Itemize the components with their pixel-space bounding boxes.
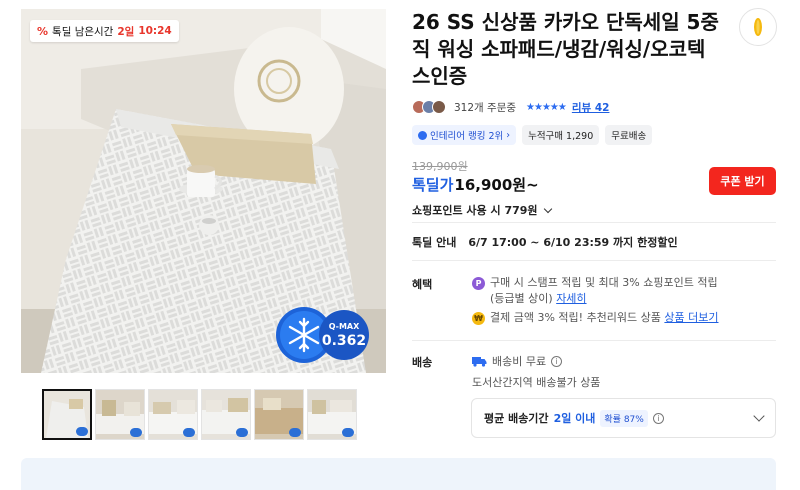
- bottom-panel: [21, 458, 776, 490]
- qmax-mini-icon: [236, 428, 248, 437]
- rating-stars: ★★★★★: [526, 101, 567, 113]
- ranking-icon: [418, 130, 427, 140]
- sale-label: 톡딜가: [412, 176, 454, 194]
- deal-info: 톡딜 안내 6/7 17:00 ~ 6/10 23:59 까지 한정할인: [412, 234, 678, 250]
- thumbnail-6[interactable]: [307, 389, 357, 440]
- qmax-mini-icon: [76, 427, 88, 436]
- thumbnail-strip: [42, 389, 357, 440]
- share-button[interactable]: [739, 8, 777, 46]
- timer-days: 2일: [117, 25, 135, 38]
- info-icon[interactable]: i: [551, 355, 563, 367]
- info-icon[interactable]: i: [652, 412, 664, 424]
- divider: [412, 260, 776, 261]
- benefit-line1: 구매 시 스탬프 적립 및 최대 3% 쇼핑포인트 적립: [490, 276, 718, 289]
- shipping-fee-row: 배송비 무료 i: [472, 353, 563, 369]
- chevron-down-icon: [753, 410, 765, 422]
- shipping-label: 배송: [412, 356, 433, 369]
- benefit-points: P 구매 시 스탬프 적립 및 최대 3% 쇼핑포인트 적립 (등급별 상이) …: [472, 275, 718, 307]
- avatar: [432, 100, 446, 114]
- free-shipping-chip: 무료배송: [605, 125, 653, 145]
- shipping-restriction: 도서산간지역 배송불가 상품: [472, 376, 601, 389]
- shipping-fee: 배송비 무료: [492, 355, 547, 368]
- thumbnail-3[interactable]: [148, 389, 198, 440]
- original-price: 139,900원: [412, 160, 468, 173]
- avg-delivery-value: 2일 이내: [553, 412, 596, 425]
- divider: [412, 340, 776, 341]
- benefit-line2: 결제 금액 3% 적립! 추천리워드 상품: [490, 311, 661, 324]
- share-icon: [754, 18, 762, 36]
- free-shipping-label: 무료배송: [611, 131, 647, 142]
- product-chips: 인테리어 랭킹 2위 › 누적구매 1,290 무료배송: [412, 125, 653, 145]
- points-label: 쇼핑포인트 사용 시 779원: [412, 204, 538, 217]
- points-dropdown[interactable]: 쇼핑포인트 사용 시 779원: [412, 202, 552, 218]
- qmax-mini-icon: [342, 428, 354, 437]
- delivery-probability: 확률 87%: [600, 409, 648, 427]
- truck-icon: [472, 356, 487, 367]
- purchase-count-label: 누적구매 1,290: [528, 131, 594, 142]
- qmax-mini-icon: [183, 428, 195, 437]
- thumbnail-5[interactable]: [254, 389, 304, 440]
- main-product-image[interactable]: % 톡딜 남은시간 2일 10:24 Q-MAX 0.362: [21, 9, 386, 373]
- timer-prefix: 톡딜 남은시간: [52, 25, 114, 38]
- sale-price: 16,900원~: [454, 176, 539, 194]
- details-link[interactable]: 자세히: [556, 292, 586, 305]
- qmax-label: Q-MAX: [329, 322, 360, 331]
- qmax-cooling-badge: Q-MAX 0.362: [276, 307, 369, 363]
- thumbnail-1[interactable]: [42, 389, 92, 440]
- sale-price-row: 톡딜가 16,900원~: [412, 174, 539, 195]
- thumbnail-4[interactable]: [201, 389, 251, 440]
- benefit-line1-sub: (등급별 상이): [490, 292, 553, 305]
- chevron-down-icon: [543, 204, 552, 213]
- coupon-button[interactable]: 쿠폰 받기: [709, 167, 776, 195]
- benefit-reward: ₩ 결제 금액 3% 적립! 추천리워드 상품 상품 더보기: [472, 310, 719, 326]
- ranking-chip-label: 인테리어 랭킹 2위: [430, 131, 504, 142]
- benefits-label: 혜택: [412, 278, 433, 291]
- chevron-right-icon: ›: [506, 129, 511, 141]
- deal-label: 톡딜 안내: [412, 236, 457, 249]
- reward-icon: ₩: [472, 312, 485, 325]
- discount-icon: %: [37, 24, 49, 38]
- buyer-avatars: [412, 100, 446, 114]
- ranking-chip[interactable]: 인테리어 랭킹 2위 ›: [412, 125, 517, 145]
- qmax-value: 0.362: [322, 333, 366, 349]
- order-count: 312개 주문중: [454, 101, 517, 114]
- qmax-mini-icon: [289, 428, 301, 437]
- more-products-link[interactable]: 상품 더보기: [664, 311, 718, 324]
- qmax-mini-icon: [130, 428, 142, 437]
- deal-period: 6/7 17:00 ~ 6/10 23:59 까지 한정할인: [468, 236, 678, 249]
- deal-timer: % 톡딜 남은시간 2일 10:24: [30, 20, 179, 42]
- review-summary: 312개 주문중 ★★★★★ 리뷰 42: [412, 98, 609, 116]
- product-title: 26 SS 신상품 카카오 단독세일 5중직 워싱 소파패드/냉감/워싱/오코텍…: [412, 10, 719, 88]
- timer-clock: 10:24: [138, 25, 172, 37]
- review-link[interactable]: 리뷰 42: [572, 100, 610, 115]
- delivery-estimate[interactable]: 평균 배송기간 2일 이내 확률 87% i: [471, 398, 776, 438]
- thumbnail-2[interactable]: [95, 389, 145, 440]
- divider: [412, 222, 776, 223]
- point-icon: P: [472, 277, 485, 290]
- purchase-count-chip: 누적구매 1,290: [522, 125, 600, 145]
- avg-delivery-label: 평균 배송기간: [484, 412, 549, 425]
